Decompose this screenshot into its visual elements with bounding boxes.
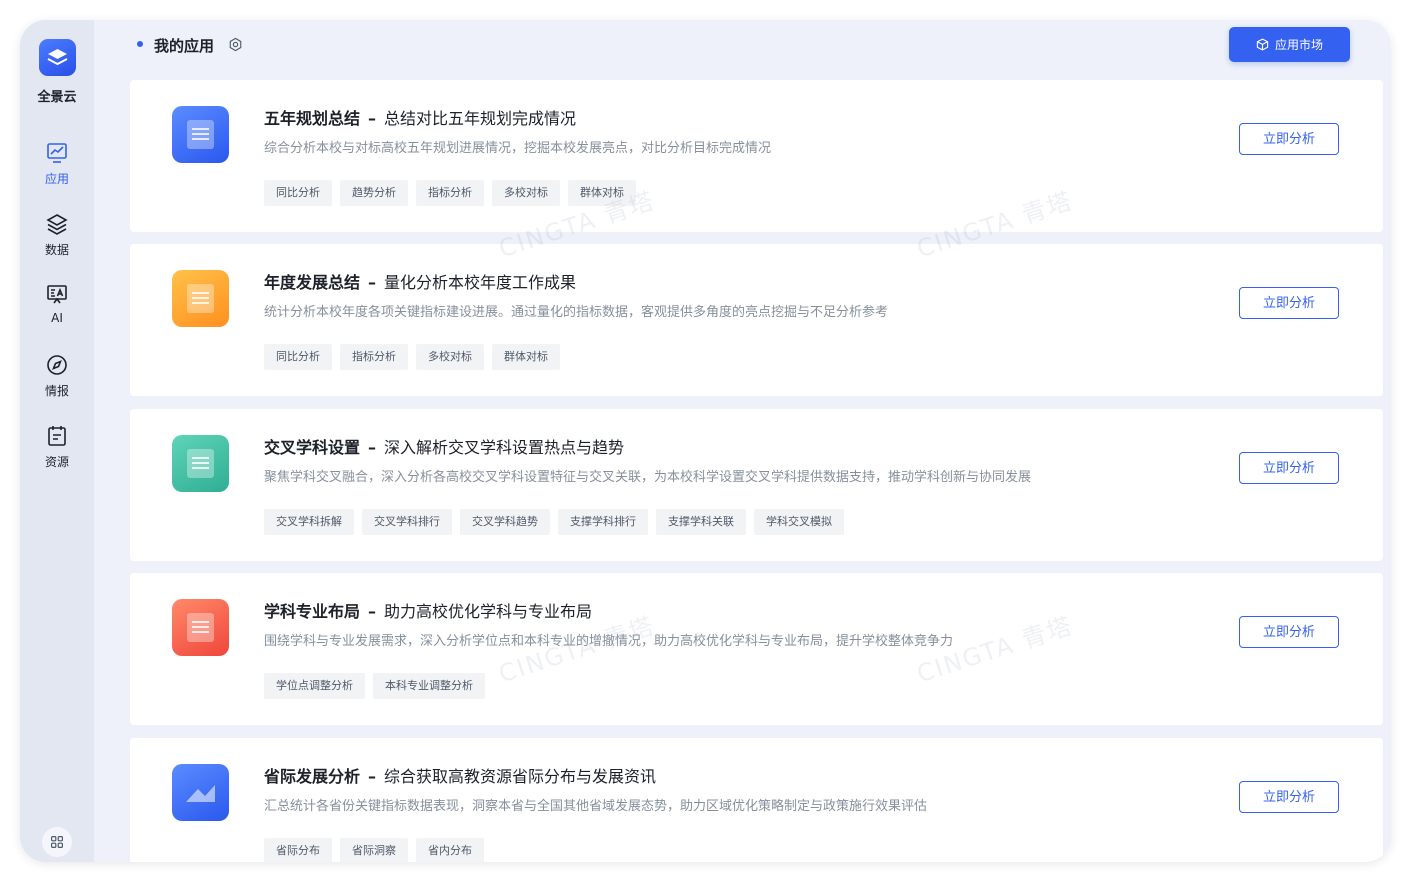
analyze-button[interactable]: 立即分析 xyxy=(1239,781,1339,813)
sidebar-item-resources[interactable]: 资源 xyxy=(20,424,94,484)
card-separator: – xyxy=(368,273,377,292)
card-title: 省际发展分析 xyxy=(264,767,361,786)
cube-icon xyxy=(1256,38,1269,51)
card-heading: 交叉学科设置 – 深入解析交叉学科设置热点与趋势 xyxy=(264,434,624,458)
card-tags: 同比分析 趋势分析 指标分析 多校对标 群体对标 xyxy=(264,180,636,206)
page-title: 我的应用 xyxy=(154,37,215,55)
app-market-label: 应用市场 xyxy=(1274,38,1323,52)
blue-report-icon xyxy=(172,106,229,163)
chart-board-icon xyxy=(47,143,67,163)
layers-icon xyxy=(46,214,68,235)
card-heading: 五年规划总结 – 总结对比五年规划完成情况 xyxy=(264,105,576,129)
tag-chip[interactable]: 省际分布 xyxy=(264,838,332,862)
tag-chip[interactable]: 指标分析 xyxy=(340,344,408,370)
tag-chip[interactable]: 支撑学科排行 xyxy=(558,509,648,535)
app-card-annual-summary: 年度发展总结 – 量化分析本校年度工作成果 统计分析本校年度各项关键指标建设进展。通… xyxy=(130,244,1383,396)
red-layers-icon xyxy=(172,599,229,656)
ai-screen-icon xyxy=(47,285,67,304)
tag-chip[interactable]: 本科专业调整分析 xyxy=(373,673,485,699)
sidebar-item-ai[interactable]: AI xyxy=(20,282,94,342)
tag-chip[interactable]: 同比分析 xyxy=(264,180,332,206)
tag-chip[interactable]: 省内分布 xyxy=(416,838,484,862)
sidebar-item-label: 情报 xyxy=(44,384,69,398)
tag-chip[interactable]: 交叉学科排行 xyxy=(362,509,452,535)
app-card-provincial-analysis: 省际发展分析 – 综合获取高教资源省际分布与发展资讯 汇总统计各省份关键指标数据表现… xyxy=(130,738,1383,862)
app-window: 全景云 应用 数据 AI 情报 资源 我的应用 应用市场 五年规划总结 – 总结… xyxy=(20,20,1391,862)
tag-chip[interactable]: 交叉学科趋势 xyxy=(460,509,550,535)
apps-grid-button[interactable] xyxy=(42,827,72,857)
clipboard-icon xyxy=(48,426,66,446)
card-title: 年度发展总结 xyxy=(264,273,361,292)
tag-chip[interactable]: 多校对标 xyxy=(416,344,484,370)
sidebar: 全景云 应用 数据 AI 情报 资源 xyxy=(20,20,94,862)
sidebar-item-label: AI xyxy=(51,311,63,325)
tag-chip[interactable]: 学科交叉模拟 xyxy=(754,509,844,535)
blue-map-icon xyxy=(172,764,229,821)
tag-chip[interactable]: 趋势分析 xyxy=(340,180,408,206)
card-separator: – xyxy=(368,109,377,128)
sidebar-item-label: 资源 xyxy=(44,455,69,469)
tag-chip[interactable]: 交叉学科拆解 xyxy=(264,509,354,535)
card-tags: 交叉学科拆解 交叉学科排行 交叉学科趋势 支撑学科排行 支撑学科关联 学科交叉模… xyxy=(264,509,844,535)
card-subtitle: 量化分析本校年度工作成果 xyxy=(384,273,577,292)
tag-chip[interactable]: 同比分析 xyxy=(264,344,332,370)
card-subtitle: 深入解析交叉学科设置热点与趋势 xyxy=(384,438,625,457)
card-subtitle: 助力高校优化学科与专业布局 xyxy=(384,602,593,621)
analyze-button[interactable]: 立即分析 xyxy=(1239,123,1339,155)
tag-chip[interactable]: 群体对标 xyxy=(492,344,560,370)
compass-icon xyxy=(47,355,67,375)
app-card-cross-discipline: 交叉学科设置 – 深入解析交叉学科设置热点与趋势 聚焦学科交叉融合，深入分析各高校交… xyxy=(130,409,1383,561)
analyze-button[interactable]: 立即分析 xyxy=(1239,616,1339,648)
card-title: 五年规划总结 xyxy=(264,109,361,128)
card-tags: 学位点调整分析 本科专业调整分析 xyxy=(264,673,485,699)
card-tags: 同比分析 指标分析 多校对标 群体对标 xyxy=(264,344,560,370)
brand-name: 全景云 xyxy=(37,90,77,105)
sidebar-item-apps[interactable]: 应用 xyxy=(20,141,94,201)
card-description: 围绕学科与专业发展需求，深入分析学位点和本科专业的增撤情况，助力高校优化学科与专… xyxy=(264,634,954,649)
analyze-button[interactable]: 立即分析 xyxy=(1239,452,1339,484)
logo-icon[interactable] xyxy=(39,39,76,76)
tag-chip[interactable]: 省际洞察 xyxy=(340,838,408,862)
tag-chip[interactable]: 学位点调整分析 xyxy=(264,673,365,699)
sidebar-item-label: 数据 xyxy=(44,243,69,257)
tag-chip[interactable]: 支撑学科关联 xyxy=(656,509,746,535)
tag-chip[interactable]: 群体对标 xyxy=(568,180,636,206)
card-heading: 学科专业布局 – 助力高校优化学科与专业布局 xyxy=(264,598,592,622)
header-dot xyxy=(137,41,143,47)
sidebar-item-label: 应用 xyxy=(44,172,69,186)
card-subtitle: 综合获取高教资源省际分布与发展资讯 xyxy=(384,767,657,786)
card-description: 统计分析本校年度各项关键指标建设进展。通过量化的指标数据，客观提供多角度的亮点挖… xyxy=(264,305,889,320)
card-title: 交叉学科设置 xyxy=(264,438,361,457)
app-card-discipline-layout: 学科专业布局 – 助力高校优化学科与专业布局 围绕学科与专业发展需求，深入分析学位点… xyxy=(130,573,1383,725)
app-card-five-year-plan: 五年规划总结 – 总结对比五年规划完成情况 综合分析本校与对标高校五年规划进展情况，… xyxy=(130,80,1383,232)
card-separator: – xyxy=(368,438,377,457)
card-title: 学科专业布局 xyxy=(264,602,361,621)
card-separator: – xyxy=(368,767,377,786)
sidebar-item-intel[interactable]: 情报 xyxy=(20,353,94,413)
tag-chip[interactable]: 多校对标 xyxy=(492,180,560,206)
card-subtitle: 总结对比五年规划完成情况 xyxy=(384,109,577,128)
green-edit-icon xyxy=(172,435,229,492)
tag-chip[interactable]: 指标分析 xyxy=(416,180,484,206)
gear-icon[interactable] xyxy=(228,37,243,52)
card-description: 综合分析本校与对标高校五年规划进展情况，挖掘本校发展亮点，对比分析目标完成情况 xyxy=(264,141,772,156)
orange-report-icon xyxy=(172,270,229,327)
card-description: 汇总统计各省份关键指标数据表现，洞察本省与全国其他省域发展态势，助力区域优化策略… xyxy=(264,799,928,814)
analyze-button[interactable]: 立即分析 xyxy=(1239,287,1339,319)
sidebar-item-data[interactable]: 数据 xyxy=(20,212,94,272)
card-description: 聚焦学科交叉融合，深入分析各高校交叉学科设置特征与交叉关联，为本校科学设置交叉学… xyxy=(264,470,1032,485)
card-heading: 年度发展总结 – 量化分析本校年度工作成果 xyxy=(264,269,576,293)
card-separator: – xyxy=(368,602,377,621)
apps-grid-icon xyxy=(51,836,63,848)
card-heading: 省际发展分析 – 综合获取高教资源省际分布与发展资讯 xyxy=(264,763,656,787)
app-market-button[interactable]: 应用市场 xyxy=(1229,27,1350,62)
card-tags: 省际分布 省际洞察 省内分布 xyxy=(264,838,484,862)
